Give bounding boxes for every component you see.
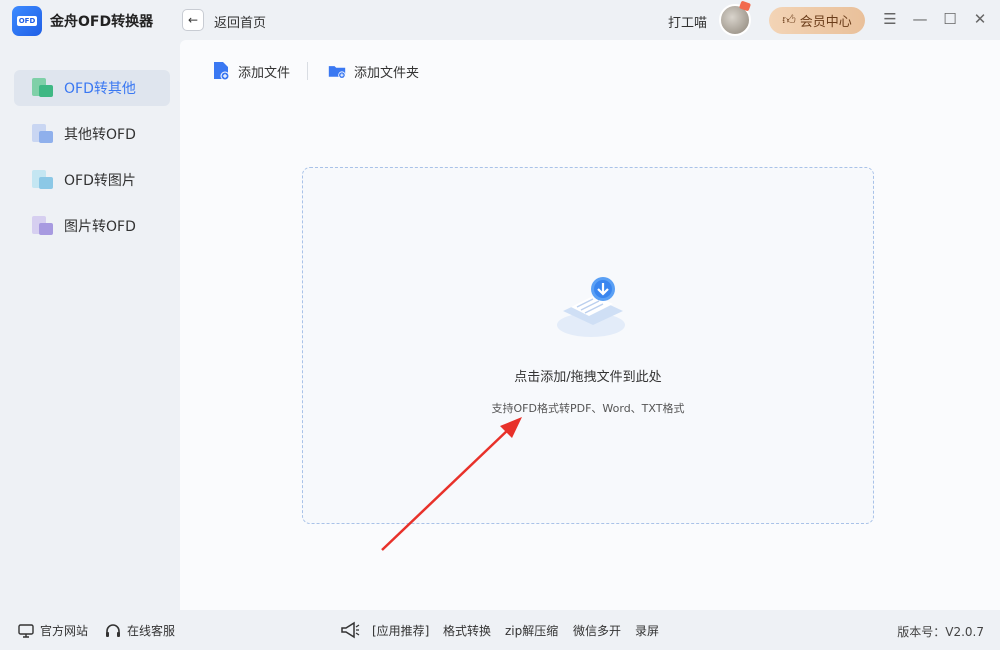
vip-label: 会员中心 <box>799 15 852 30</box>
picture-convert-icon <box>30 214 54 238</box>
vip-center-button[interactable]: 👍︎ 会员中心 <box>769 7 865 34</box>
footer-link-wechat[interactable]: 微信多开 <box>573 622 621 639</box>
footer-link-screen-record[interactable]: 录屏 <box>635 622 659 639</box>
toolbar-divider <box>307 62 308 80</box>
image-convert-icon <box>30 168 54 192</box>
sidebar: OFD转其他 其他转OFD OFD转图片 图片转OFD <box>0 40 180 610</box>
drop-zone[interactable]: 点击添加/拖拽文件到此处 支持OFD格式转PDF、Word、TXT格式 <box>302 167 874 524</box>
main-panel: 添加文件 添加文件夹 点击添加/拖拽文件到此处 支持OFD格式转PDF、Word… <box>180 40 1000 610</box>
sidebar-item-label: OFD转其他 <box>64 81 136 97</box>
footer-link-format-convert[interactable]: 格式转换 <box>443 622 491 639</box>
minimize-icon[interactable]: — <box>910 9 930 29</box>
sidebar-item-other-to-ofd[interactable]: 其他转OFD <box>14 116 170 152</box>
close-icon[interactable]: ✕ <box>970 9 990 29</box>
upload-document-icon <box>557 277 625 337</box>
sidebar-item-ofd-to-image[interactable]: OFD转图片 <box>14 162 170 198</box>
sidebar-item-label: 图片转OFD <box>64 219 136 235</box>
add-file-label: 添加文件 <box>238 65 291 81</box>
sidebar-item-label: 其他转OFD <box>64 127 136 143</box>
back-button[interactable]: ← <box>182 9 204 31</box>
back-home-link[interactable]: 返回首页 <box>214 12 266 31</box>
add-folder-button[interactable]: 添加文件夹 <box>328 60 419 82</box>
add-file-button[interactable]: 添加文件 <box>212 60 290 82</box>
footer-link-zip[interactable]: zip解压缩 <box>505 622 558 639</box>
app-title: 金舟OFD转换器 <box>50 14 154 30</box>
megaphone-icon <box>341 621 360 639</box>
file-convert-icon <box>30 122 54 146</box>
menu-icon[interactable]: ☰ <box>880 9 900 29</box>
headset-icon <box>106 623 120 637</box>
add-folder-icon <box>328 66 346 79</box>
app-recommend-label: [应用推荐] <box>372 624 430 638</box>
user-name[interactable]: 打工喵 <box>668 12 707 31</box>
monitor-icon <box>18 623 34 638</box>
sidebar-item-image-to-ofd[interactable]: 图片转OFD <box>14 208 170 244</box>
add-file-icon <box>214 62 230 81</box>
version-label: 版本号：V2.0.7 <box>897 625 984 639</box>
ofd-convert-icon <box>30 76 54 100</box>
online-service-label: 在线客服 <box>127 624 176 638</box>
app-logo: OFD <box>12 6 42 36</box>
official-site-link[interactable]: 官方网站 <box>18 622 88 639</box>
maximize-icon[interactable]: ☐ <box>940 9 960 29</box>
title-bar: OFD 金舟OFD转换器 ← 返回首页 打工喵 👍︎ 会员中心 ☰ — ☐ ✕ <box>0 0 1000 40</box>
thumbs-up-icon: 👍︎ <box>782 13 796 28</box>
add-folder-label: 添加文件夹 <box>354 65 420 81</box>
official-site-label: 官方网站 <box>40 624 89 638</box>
sidebar-item-ofd-to-other[interactable]: OFD转其他 <box>14 70 170 106</box>
drop-zone-subtitle: 支持OFD格式转PDF、Word、TXT格式 <box>491 402 685 415</box>
arrow-left-icon: ← <box>187 13 199 27</box>
online-service-link[interactable]: 在线客服 <box>105 622 175 639</box>
sidebar-item-label: OFD转图片 <box>64 173 136 189</box>
footer: 官方网站 在线客服 [应用推荐] 格式转换 zip解压缩 微信多开 录屏 版本号… <box>0 610 1000 650</box>
drop-zone-title: 点击添加/拖拽文件到此处 <box>514 370 662 385</box>
